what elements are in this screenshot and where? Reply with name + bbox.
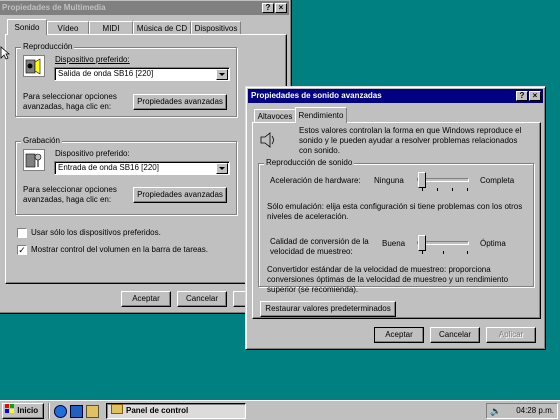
tab-sonido[interactable]: Sonido: [7, 19, 47, 35]
tab-altavoces[interactable]: Altavoces: [254, 109, 296, 122]
playback-group-label: Reproducción de sonido: [264, 158, 355, 168]
volume-tray-icon[interactable]: 🔈: [490, 406, 501, 417]
hw-accel-max-label: Completa: [480, 176, 515, 185]
show-volume-checkbox[interactable]: ✓: [17, 245, 27, 255]
apply-button: Aplicar: [486, 327, 536, 343]
playback-advanced-text: Para seleccionar opciones avanzadas, hag…: [23, 92, 117, 111]
restore-defaults-button[interactable]: Restaurar valores predeterminados: [260, 301, 396, 317]
help-button[interactable]: ?: [262, 3, 274, 13]
emulation-note: Sólo emulación: elija esta configuración…: [267, 202, 523, 221]
window-title-bar[interactable]: Propiedades de Multimedia ? ×: [0, 1, 289, 15]
mouse-cursor-icon: [0, 46, 10, 60]
playback-device-select[interactable]: Salida de onda SB16 [220]: [54, 67, 230, 81]
slider-tick: [467, 188, 468, 191]
tab-musica-cd[interactable]: Música de CD: [133, 21, 191, 34]
clock[interactable]: 04:28 p.m.: [516, 406, 554, 416]
converter-note: Convertidor estándar de la velocidad de …: [267, 265, 509, 294]
cancel-button[interactable]: Cancelar: [430, 327, 480, 343]
tab-rendimiento[interactable]: Rendimiento: [295, 107, 347, 123]
slider-tick: [437, 188, 438, 191]
taskbar-task-panel-de-control[interactable]: Panel de control: [106, 403, 246, 419]
chevron-down-icon[interactable]: [216, 69, 228, 80]
tab-midi[interactable]: MIDI: [89, 21, 133, 34]
slider-tick: [467, 251, 468, 254]
cancel-button[interactable]: Cancelar: [177, 291, 227, 307]
start-button[interactable]: Inicio: [2, 403, 44, 419]
task-label: Panel de control: [126, 406, 189, 415]
playback-device-value: Salida de onda SB16 [220]: [58, 69, 154, 78]
speaker-icon: [260, 131, 276, 149]
help-button[interactable]: ?: [516, 91, 528, 101]
window-title: Propiedades de sonido avanzadas: [251, 91, 382, 100]
system-tray: 🔈 04:28 p.m.: [486, 403, 558, 419]
microphone-device-icon: [23, 149, 45, 171]
taskbar-separator: [48, 403, 50, 419]
recording-preferred-label: Dispositivo preferido:: [55, 149, 130, 158]
playback-preferred-label: Dispositivo preferido:: [55, 55, 130, 64]
tab-video[interactable]: Vídeo: [47, 21, 89, 34]
windows-logo-icon: [5, 404, 14, 413]
playback-advanced-button[interactable]: Propiedades avanzadas: [133, 94, 227, 110]
hw-accel-slider-thumb[interactable]: [418, 172, 426, 188]
close-button[interactable]: ×: [529, 91, 541, 101]
src-quality-label: Calidad de conversión de la velocidad de…: [270, 237, 369, 256]
quicklaunch-ie-icon[interactable]: [54, 405, 67, 418]
folder-icon: [111, 404, 123, 414]
preferred-only-label: Usar sólo los dispositivos preferidos.: [31, 228, 161, 237]
preferred-only-checkbox[interactable]: [17, 228, 27, 238]
quicklaunch-outlook-icon[interactable]: [70, 405, 83, 418]
hw-accel-label: Aceleración de hardware:: [270, 176, 361, 185]
show-volume-label: Mostrar control del volumen en la barra …: [31, 245, 208, 254]
tab-dispositivos[interactable]: Dispositivos: [191, 21, 241, 34]
recording-advanced-text: Para seleccionar opciones avanzadas, hag…: [23, 185, 117, 204]
taskbar: Inicio Panel de control 🔈 04:28 p.m.: [0, 400, 560, 420]
recording-device-select[interactable]: Entrada de onda SB16 [220]: [54, 161, 230, 175]
slider-tick: [443, 251, 444, 254]
slider-tick: [422, 251, 423, 254]
src-quality-max-label: Óptima: [480, 239, 506, 248]
window-title: Propiedades de Multimedia: [2, 3, 106, 12]
slider-tick: [422, 188, 423, 191]
speaker-device-icon: [23, 55, 45, 77]
quicklaunch-desktop-icon[interactable]: [86, 405, 99, 418]
recording-advanced-button[interactable]: Propiedades avanzadas: [133, 187, 227, 203]
intro-text: Estos valores controlan la forma en que …: [299, 126, 522, 155]
playback-group-label: Reproducción: [21, 42, 75, 52]
chevron-down-icon[interactable]: [216, 163, 228, 174]
ok-button[interactable]: Aceptar: [121, 291, 171, 307]
window-title-bar[interactable]: Propiedades de sonido avanzadas ? ×: [248, 89, 543, 103]
slider-tick: [452, 188, 453, 191]
advanced-sound-properties-window: Propiedades de sonido avanzadas ? × Alta…: [245, 86, 546, 350]
start-label: Inicio: [17, 406, 39, 415]
ok-button[interactable]: Aceptar: [374, 327, 424, 343]
recording-group-label: Grabación: [21, 136, 62, 146]
src-quality-slider-thumb[interactable]: [418, 235, 426, 251]
recording-device-value: Entrada de onda SB16 [220]: [58, 163, 159, 172]
src-quality-min-label: Buena: [382, 239, 406, 248]
hw-accel-min-label: Ninguna: [374, 176, 404, 185]
close-button[interactable]: ×: [275, 3, 287, 13]
